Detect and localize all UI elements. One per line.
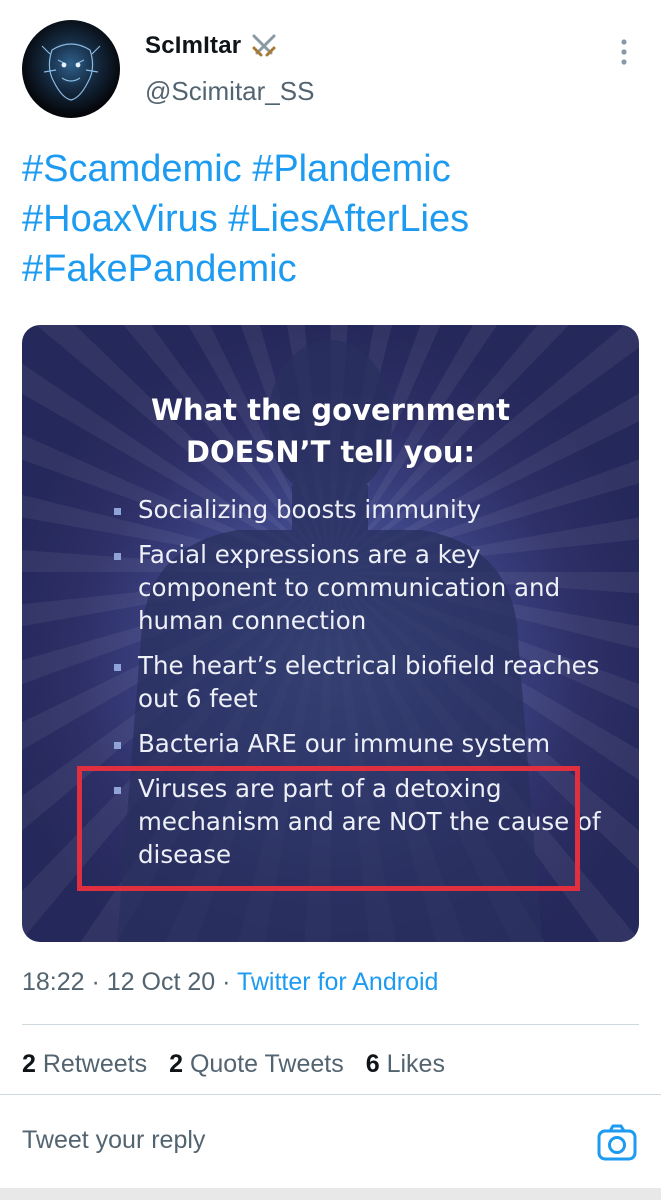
divider — [22, 1024, 639, 1025]
tiger-avatar-image — [41, 43, 101, 101]
tweet-date[interactable]: 12 Oct 20 — [107, 968, 215, 996]
retweets-label: Retweets — [42, 1050, 148, 1078]
author-display-name[interactable]: ScImItar — [145, 32, 241, 60]
hashtag-line[interactable]: #Scamdemic #Plandemic — [22, 144, 642, 194]
tweet-stats: 2 Retweets 2 Quote Tweets 6 Likes — [22, 1050, 467, 1079]
media-title-line: What the government — [150, 393, 511, 427]
media-bullet: Facial expressions are a key component t… — [114, 538, 614, 637]
tweet-time[interactable]: 18:22 — [22, 968, 85, 996]
media-title-line: DOESN’T tell you: — [185, 435, 476, 469]
meta-separator: · — [215, 968, 237, 996]
tweet-source-link[interactable]: Twitter for Android — [237, 968, 438, 996]
retweets-stat[interactable]: 2 Retweets — [22, 1050, 147, 1079]
hashtag-line[interactable]: #FakePandemic — [22, 244, 642, 294]
more-options-icon[interactable] — [612, 36, 636, 68]
crossed-swords-icon — [249, 31, 279, 61]
likes-stat[interactable]: 6 Likes — [366, 1050, 445, 1079]
media-bullet: The heart’s electrical biofield reaches … — [114, 649, 614, 715]
reply-input[interactable]: Tweet your reply — [22, 1126, 205, 1155]
avatar[interactable] — [22, 20, 120, 118]
red-highlight-box — [77, 766, 580, 891]
retweets-count: 2 — [22, 1050, 36, 1078]
author-handle[interactable]: @Scimitar_SS — [145, 76, 314, 107]
bottom-strip — [0, 1188, 661, 1200]
quote-tweets-stat[interactable]: 2 Quote Tweets — [169, 1050, 344, 1079]
likes-count: 6 — [365, 1050, 380, 1078]
media-bullet: Bacteria ARE our immune system — [114, 727, 614, 760]
quote-tweets-count: 2 — [169, 1050, 183, 1078]
media-bullet: Socializing boosts immunity — [114, 493, 614, 526]
camera-icon[interactable] — [596, 1122, 638, 1164]
tweet-timestamp-row: 18:22 · 12 Oct 20 · Twitter for Android — [22, 968, 438, 997]
media-title: What the government DOESN’T tell you: — [22, 389, 639, 473]
author-name-row[interactable]: ScImItar — [145, 31, 279, 61]
meta-separator: · — [84, 968, 107, 996]
quote-tweets-label: Quote Tweets — [189, 1050, 344, 1078]
tweet-media-image[interactable]: What the government DOESN’T tell you: So… — [22, 325, 639, 942]
tweet-text: #Scamdemic #Plandemic #HoaxVirus #LiesAf… — [22, 144, 642, 294]
hashtag-line[interactable]: #HoaxVirus #LiesAfterLies — [22, 194, 642, 244]
likes-label: Likes — [386, 1050, 445, 1078]
